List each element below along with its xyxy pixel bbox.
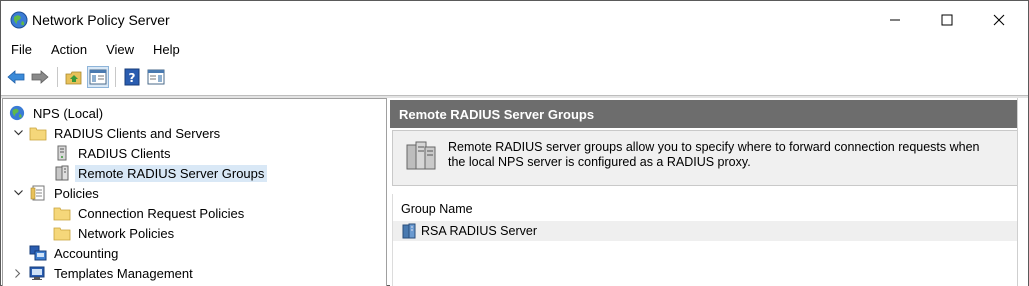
column-header-group-name[interactable]: Group Name [393, 194, 1017, 220]
tree-item-label: Templates Management [54, 265, 193, 281]
tree-item-templates-management[interactable]: Templates Management [13, 263, 196, 283]
tree-item-network-policies[interactable]: Network Policies [53, 223, 177, 243]
action-pane-edge [1017, 98, 1028, 286]
show-hide-console-tree-icon [89, 69, 107, 85]
toolbar-separator [115, 67, 116, 87]
folder-icon [53, 204, 71, 222]
svg-text:?: ? [129, 71, 136, 85]
tree-item-label: NPS (Local) [33, 105, 104, 121]
server-group-list: Group Name RSA RADIUS Server [392, 194, 1018, 286]
tree-item-remote-radius-server-groups[interactable]: Remote RADIUS Server Groups [53, 163, 268, 183]
forward-button[interactable] [29, 66, 51, 88]
description-panel: Remote RADIUS server groups allow you to… [392, 130, 1018, 186]
show-hide-action-pane-icon [147, 69, 165, 85]
tree-item-label: Remote RADIUS Server Groups [75, 164, 268, 182]
menu-bar: File Action View Help [1, 39, 1028, 61]
tree-item-accounting[interactable]: Accounting [29, 243, 121, 263]
tree-item-radius-clients[interactable]: RADIUS Clients [53, 143, 173, 163]
chevron-right-icon[interactable] [13, 268, 23, 278]
up-one-level-button[interactable] [63, 66, 85, 88]
menu-help[interactable]: Help [143, 39, 189, 61]
tree-item-label: Connection Request Policies [78, 205, 245, 221]
maximize-icon [941, 14, 953, 26]
chevron-down-icon[interactable] [13, 188, 23, 198]
tree-item-connection-request-policies[interactable]: Connection Request Policies [53, 203, 247, 223]
menu-file[interactable]: File [1, 39, 41, 61]
toolbar: ? [1, 62, 1028, 92]
window-title: Network Policy Server [32, 12, 170, 28]
chevron-down-icon[interactable] [13, 128, 23, 138]
server-group-icon [401, 223, 417, 239]
menu-view[interactable]: View [96, 39, 143, 61]
list-item[interactable]: RSA RADIUS Server [393, 221, 1017, 241]
show-hide-console-tree-button[interactable] [87, 66, 109, 88]
server-group-icon [53, 164, 71, 182]
tree-item-policies[interactable]: Policies [13, 183, 102, 203]
policy-document-icon [29, 184, 47, 202]
tree-item-label: RADIUS Clients [78, 145, 171, 161]
menu-action[interactable]: Action [41, 39, 96, 61]
list-item-label: RSA RADIUS Server [421, 224, 538, 238]
up-folder-icon [65, 71, 82, 85]
templates-computer-icon [29, 264, 47, 282]
tree-item-nps-local[interactable]: NPS (Local) [8, 103, 106, 123]
tree-item-label: RADIUS Clients and Servers [54, 125, 221, 141]
nps-window: Network Policy Server File Action View H… [0, 0, 1029, 286]
forward-arrow-icon [31, 70, 49, 84]
nps-globe-icon [8, 104, 26, 122]
details-pane: Remote RADIUS Server Groups Remote RADIU… [390, 98, 1028, 286]
folder-icon [29, 124, 47, 142]
minimize-button[interactable] [869, 1, 921, 39]
details-header: Remote RADIUS Server Groups [390, 100, 1028, 128]
tree-item-label: Network Policies [78, 225, 175, 241]
description-text: Remote RADIUS server groups allow you to… [448, 140, 980, 169]
nps-globe-icon [10, 11, 28, 29]
help-icon: ? [124, 68, 140, 86]
folder-icon [53, 224, 71, 242]
server-icon [53, 144, 71, 162]
console-tree: NPS (Local) RADIUS Clients and Servers R… [2, 98, 387, 286]
maximize-button[interactable] [921, 1, 973, 39]
close-icon [993, 14, 1005, 26]
tree-item-label: Accounting [54, 245, 119, 261]
server-stack-icon [404, 139, 440, 171]
tree-item-radius-clients-and-servers[interactable]: RADIUS Clients and Servers [13, 123, 223, 143]
toolbar-separator [57, 67, 58, 87]
back-arrow-icon [7, 70, 25, 84]
title-bar: Network Policy Server [1, 1, 1028, 39]
close-button[interactable] [973, 1, 1025, 39]
back-button[interactable] [5, 66, 27, 88]
minimize-icon [890, 19, 900, 21]
tree-item-label: Policies [54, 185, 99, 201]
help-button[interactable]: ? [121, 66, 143, 88]
show-hide-action-pane-button[interactable] [145, 66, 167, 88]
accounting-computer-icon [29, 244, 47, 262]
